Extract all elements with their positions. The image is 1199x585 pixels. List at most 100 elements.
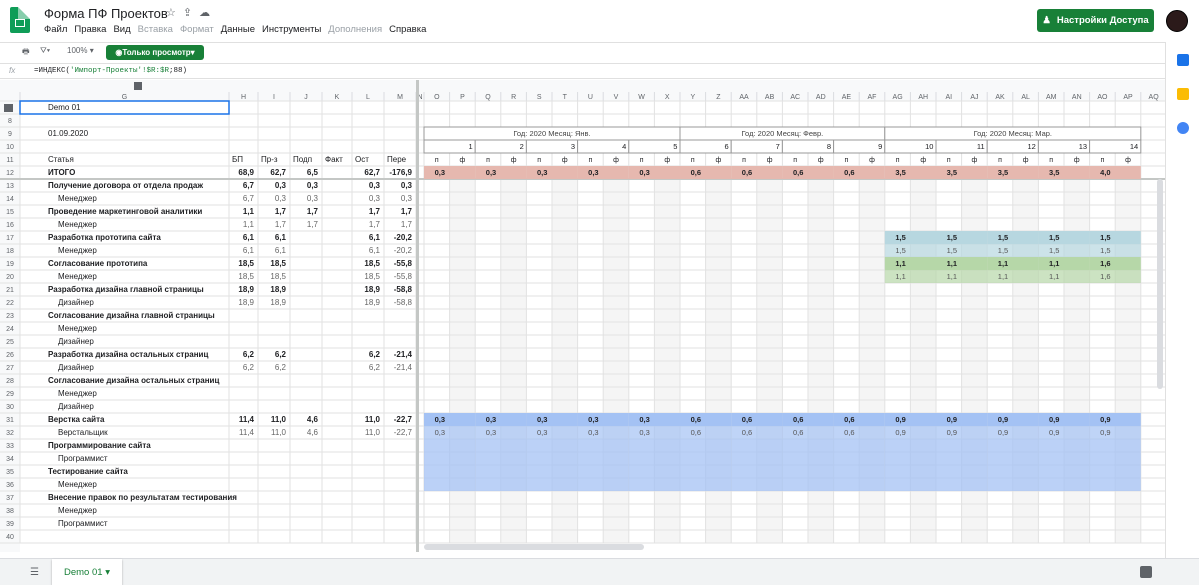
plan-value: 0,6 <box>691 428 701 437</box>
menu-item[interactable]: Вставка <box>138 24 173 35</box>
plan-cell <box>680 413 732 426</box>
pf-label: ф <box>869 157 875 164</box>
share-button[interactable]: ♟ Настройки Доступа <box>1037 9 1154 32</box>
row-value: 4,6 <box>307 428 319 437</box>
zoom-select[interactable]: 100% ▾ <box>67 46 94 55</box>
star-icon[interactable]: ☆ <box>166 7 183 19</box>
row-number: 40 <box>6 534 14 541</box>
row-label: Внесение правок по результатам тестирова… <box>48 493 237 502</box>
plan-value: 0,6 <box>742 428 752 437</box>
column-letter: U <box>588 94 593 101</box>
plan-cell <box>987 166 1039 179</box>
formula-input[interactable]: =ИНДЕКС('Импорт-Проекты'!$R:$R;88) <box>34 67 187 75</box>
row-number: 18 <box>6 248 14 255</box>
horizontal-scrollbar[interactable] <box>424 544 644 550</box>
plan-cell <box>577 452 629 465</box>
menu-item[interactable]: Формат <box>180 24 214 35</box>
plan-value: 0,6 <box>793 168 803 177</box>
sheet-tab-bar: ☰ Demo 01 ▾ <box>0 558 1199 585</box>
avatar[interactable] <box>1166 10 1188 32</box>
plan-value: 0,3 <box>537 168 547 177</box>
plan-cell <box>577 465 629 478</box>
pf-label: ф <box>1074 157 1080 164</box>
menu-item[interactable]: Дополнения <box>328 24 382 35</box>
plan-value: 4,0 <box>1100 168 1110 177</box>
plan-cell <box>475 452 527 465</box>
plan-value: 0,9 <box>1049 428 1059 437</box>
plan-cell <box>577 166 629 179</box>
row-value: 18,9 <box>364 298 380 307</box>
cloud-status-icon[interactable]: ☁ <box>199 7 217 19</box>
column-header: БП <box>232 155 243 164</box>
view-mode-button[interactable]: ◉ Только просмотр ▾ <box>106 45 204 60</box>
zoom-value: 100% <box>67 46 88 55</box>
document-title[interactable]: Форма ПФ Проектов <box>44 6 168 21</box>
plan-cell <box>936 452 988 465</box>
row-number: 34 <box>6 456 14 463</box>
pf-label: ф <box>511 157 517 164</box>
column-letter: AJ <box>970 94 978 101</box>
calendar-icon[interactable] <box>1177 54 1189 66</box>
row-number: 32 <box>6 430 14 437</box>
menu-item[interactable]: Правка <box>74 24 106 35</box>
menu-item[interactable]: Файл <box>44 24 67 35</box>
plan-cell <box>884 465 936 478</box>
menu-item[interactable]: Данные <box>221 24 255 35</box>
row-value: 0,3 <box>401 181 413 190</box>
column-letter: J <box>304 94 308 101</box>
plan-cell <box>475 439 527 452</box>
menu-item[interactable]: Инструменты <box>262 24 321 35</box>
keep-icon[interactable] <box>1177 88 1189 100</box>
filter-icon[interactable]: ⛛▾ <box>40 46 50 56</box>
menu-item[interactable]: Справка <box>389 24 426 35</box>
plan-cell <box>731 413 783 426</box>
plan-value: 3,5 <box>998 168 1008 177</box>
tasks-icon[interactable] <box>1177 122 1189 134</box>
column-letter: AM <box>1046 94 1057 101</box>
row-number: 37 <box>6 495 14 502</box>
week-label: 10 <box>925 142 933 151</box>
group-toggle-icon[interactable] <box>134 82 142 90</box>
pf-label: п <box>793 157 797 164</box>
view-mode-label: Только просмотр <box>122 48 191 57</box>
plan-cell <box>475 465 527 478</box>
row-value: 0,3 <box>307 181 319 190</box>
spreadsheet-grid[interactable]: G H I J K L M N O P Q R S T U V W X Y Z AA AB AC AD AE AF AG AH AI AJ… <box>0 80 1165 552</box>
plan-cell <box>987 426 1039 439</box>
plan-cell <box>577 413 629 426</box>
row-value: -176,9 <box>389 168 412 177</box>
menu-item[interactable]: Вид <box>113 24 130 35</box>
row-number: 10 <box>6 144 14 151</box>
week-label: 11 <box>977 142 985 151</box>
plan-cell <box>987 452 1039 465</box>
row-number: 33 <box>6 443 14 450</box>
row-label: ИТОГО <box>48 168 75 177</box>
menu-bar: Файл Правка Вид Вставка Формат Данные Инструме… <box>44 24 426 35</box>
plan-cell <box>424 413 476 426</box>
explore-icon[interactable] <box>1140 566 1152 578</box>
app-header: Форма ПФ Проектов ☆⇪☁ Файл Правка Вид Встав… <box>0 0 1199 42</box>
sheet-tab[interactable]: Demo 01 ▾ <box>52 559 122 585</box>
plan-cell <box>424 478 476 491</box>
vertical-scrollbar[interactable] <box>1157 179 1163 389</box>
row-number: 16 <box>6 222 14 229</box>
move-icon[interactable]: ⇪ <box>183 7 199 19</box>
column-letter: AQ <box>1149 94 1160 101</box>
plan-cell <box>628 439 680 452</box>
all-sheets-icon[interactable]: ☰ <box>30 567 39 578</box>
plan-value: 0,9 <box>895 415 905 424</box>
row-value: 0,3 <box>401 194 413 203</box>
plan-cell <box>475 478 527 491</box>
frozen-divider[interactable] <box>416 80 419 552</box>
grid-canvas[interactable]: G H I J K L M N O P Q R S T U V W X Y Z AA AB AC AD AE AF AG AH AI AJ… <box>0 80 1165 552</box>
pf-label: ф <box>920 157 926 164</box>
sheets-logo-icon[interactable] <box>10 7 30 33</box>
plan-cell <box>526 439 578 452</box>
plan-cell <box>782 439 834 452</box>
row-number: 30 <box>6 404 14 411</box>
row-value: 11,0 <box>365 415 381 424</box>
plan-cell <box>424 426 476 439</box>
print-icon[interactable]: 🖶 <box>22 46 30 60</box>
row-number: 12 <box>6 170 14 177</box>
plan-value: 0,6 <box>742 168 752 177</box>
